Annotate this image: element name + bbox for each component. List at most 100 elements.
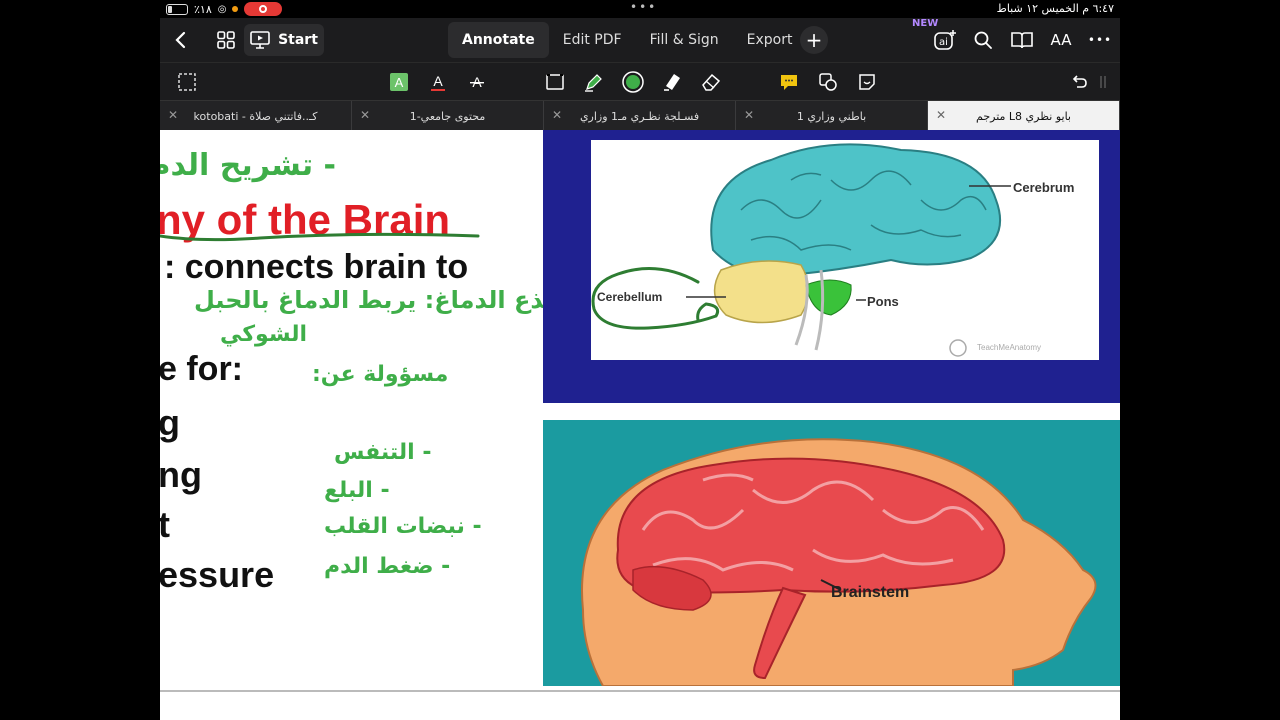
multitask-dots[interactable]: ••• — [630, 0, 657, 14]
arabic-item-1: - التنفس — [334, 440, 432, 465]
area-select-tool[interactable] — [542, 69, 568, 95]
responsible-line: e for: — [160, 350, 243, 388]
arabic-item-2: - البلع — [324, 478, 390, 503]
shapes-tool[interactable] — [815, 69, 841, 95]
start-presentation-button[interactable]: Start — [244, 24, 324, 56]
tab-edit-pdf[interactable]: Edit PDF — [549, 22, 636, 58]
arabic-connects-line1: جذع الدماغ: يربط الدماغ بالحبل — [194, 286, 562, 314]
doc-tab-5[interactable]: بايو نظري L8 مترجم ✕ — [928, 101, 1120, 131]
english-item-1: g — [160, 402, 180, 443]
search-icon — [974, 31, 992, 49]
start-label: Start — [278, 32, 318, 48]
crop-area-icon — [546, 74, 564, 90]
add-button[interactable]: + — [800, 26, 828, 54]
green-circle-annotation — [591, 267, 720, 330]
doc-tab-label: محتوى جامعي-1 — [409, 109, 486, 123]
head-brainstem-panel: Brainstem — [543, 420, 1120, 687]
main-toolbar: Start Annotate Edit PDF Fill & Sign Expo… — [160, 18, 1120, 62]
cerebrum-label: Cerebrum — [1013, 180, 1075, 195]
mode-tabs: Annotate Edit PDF Fill & Sign Export — [448, 22, 806, 58]
close-tab-icon[interactable]: ✕ — [552, 108, 562, 122]
doc-tab-2[interactable]: محتوى جامعي-1 ✕ — [352, 101, 544, 131]
location-icon: ◎ — [217, 3, 227, 15]
status-datetime: ٦:٤٧ م الخميس ١٢ شباط — [996, 2, 1114, 15]
brainstem-label: Brainstem — [831, 584, 910, 601]
watermark-text: TeachMeAnatomy — [977, 343, 1042, 352]
selection-icon — [178, 73, 196, 91]
battery-percent: ٪١٨ — [194, 2, 212, 16]
comment-icon — [781, 75, 797, 90]
grid-view-button[interactable] — [214, 24, 238, 56]
arabic-responsible: مسؤولة عن: — [312, 362, 449, 387]
pen-icon — [585, 74, 602, 92]
page-divider — [160, 690, 1120, 692]
underline-text-icon: A — [431, 73, 445, 91]
strikeout-text-icon: A — [470, 74, 484, 90]
svg-text:A: A — [433, 73, 443, 89]
english-item-3: t — [160, 504, 170, 545]
ai-assistant-button[interactable]: ai — [932, 24, 958, 56]
undo-button[interactable] — [1066, 69, 1092, 95]
text-strikeout-tool[interactable]: A — [464, 69, 490, 95]
presentation-icon — [250, 31, 270, 49]
doc-tab-1[interactable]: كـ..فاتتني صلاة - kotobati ✕ — [160, 101, 352, 131]
book-icon — [1011, 32, 1033, 49]
arabic-item-4: - ضغط الدم — [324, 554, 451, 579]
sticker-icon — [859, 74, 875, 90]
chevron-left-icon — [175, 31, 186, 49]
english-item-2: ng — [160, 454, 202, 495]
tab-fill-sign[interactable]: Fill & Sign — [636, 22, 733, 58]
lasso-select-tool[interactable] — [174, 69, 200, 95]
highlight-text-icon: A — [390, 73, 408, 91]
tab-annotate[interactable]: Annotate — [448, 22, 549, 58]
more-icon: ••• — [1087, 33, 1113, 47]
doc-tab-3[interactable]: فسـلجة نظـري مـ1 وزاري ✕ — [544, 101, 736, 131]
drag-handle-icon — [1100, 76, 1106, 88]
more-button[interactable]: ••• — [1088, 24, 1112, 56]
record-icon — [259, 5, 268, 13]
comment-tool[interactable] — [776, 69, 802, 95]
text-size-button[interactable]: AA — [1048, 24, 1074, 56]
pdf-page[interactable]: - تشريح الدم ny of the Brain : connects … — [160, 130, 1120, 720]
plus-icon: + — [805, 28, 823, 52]
undo-icon — [1072, 75, 1087, 88]
text-highlight-tool[interactable]: A — [386, 69, 412, 95]
green-underline-annotation — [160, 232, 480, 242]
connects-line: : connects brain to — [164, 248, 469, 286]
pons-label: Pons — [867, 294, 899, 309]
eraser-tool[interactable] — [698, 69, 724, 95]
mic-indicator-icon — [232, 6, 239, 12]
grid-icon — [217, 31, 235, 49]
tab-export[interactable]: Export — [733, 22, 807, 58]
close-tab-icon[interactable]: ✕ — [744, 108, 754, 122]
close-tab-icon[interactable]: ✕ — [168, 108, 178, 122]
color-picker[interactable] — [620, 69, 646, 95]
back-button[interactable] — [170, 24, 190, 56]
doc-tab-label: كـ..فاتتني صلاة - kotobati — [193, 109, 318, 123]
document-tabs: كـ..فاتتني صلاة - kotobati ✕ محتوى جامعي… — [160, 100, 1120, 131]
annotate-toolbar: A A A — [160, 62, 1120, 102]
text-size-icon: AA — [1050, 31, 1072, 49]
close-tab-icon[interactable]: ✕ — [360, 108, 370, 122]
close-tab-icon[interactable]: ✕ — [936, 108, 946, 122]
battery-icon — [166, 3, 188, 15]
text-underline-tool[interactable]: A — [425, 69, 451, 95]
sticker-tool[interactable] — [854, 69, 880, 95]
arabic-connects-line2: الشوكي — [220, 322, 308, 347]
arabic-item-3: - نبضات القلب — [324, 514, 482, 539]
pen-tool[interactable] — [575, 69, 613, 102]
highlighter-icon — [664, 74, 680, 91]
status-bar: ٪١٨ ◎ ••• ٦:٤٧ م الخميس ١٢ شباط — [160, 0, 1120, 18]
doc-tab-label: باطني وزاري 1 — [796, 109, 867, 123]
toolbar-drag-handle[interactable] — [1096, 69, 1110, 95]
screen-record-button[interactable] — [244, 2, 283, 16]
status-left: ٪١٨ ◎ — [166, 2, 283, 16]
english-item-4: essure — [160, 554, 275, 595]
highlighter-tool[interactable] — [659, 69, 685, 95]
color-swatch-icon — [622, 71, 644, 93]
shapes-icon — [819, 73, 837, 91]
search-button[interactable] — [972, 24, 994, 56]
svg-text:A: A — [395, 75, 404, 90]
reading-mode-button[interactable] — [1010, 24, 1034, 56]
doc-tab-4[interactable]: باطني وزاري 1 ✕ — [736, 101, 928, 131]
